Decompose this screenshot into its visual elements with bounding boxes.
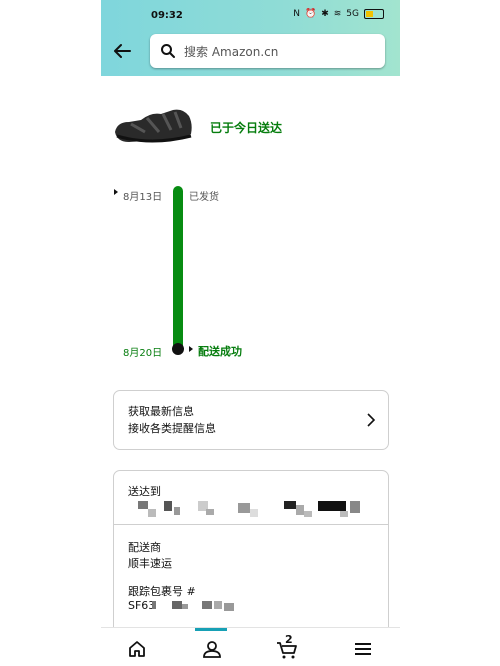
search-placeholder[interactable]: 搜索 Amazon.cn <box>184 43 278 60</box>
status-time: 09:32 <box>151 10 183 21</box>
chevron-right-icon <box>367 413 376 427</box>
timeline-date-delivered: 8月20日 <box>123 348 163 359</box>
timeline-date-shipped: 8月13日 <box>123 192 163 203</box>
wifi-icon: ≋ <box>333 9 342 19</box>
network-label: 5G <box>346 9 359 19</box>
timeline-progress-bar <box>173 186 183 352</box>
top-bar: 09:32 N ⏰ ✱ ≋ 5G 搜索 Amazon.cn <box>101 0 400 76</box>
active-tab-indicator <box>195 628 227 631</box>
home-icon[interactable] <box>126 638 148 660</box>
ship-to-label: 送达到 <box>128 485 161 498</box>
timeline-marker-shipped <box>114 189 118 195</box>
card-divider <box>114 524 388 525</box>
updates-card[interactable]: 获取最新信息 接收各类提醒信息 <box>113 390 389 450</box>
phone-screen: 09:32 N ⏰ ✱ ≋ 5G 搜索 Amazon.cn 已于今日送达 8月1… <box>101 0 400 666</box>
menu-icon[interactable] <box>352 638 374 660</box>
alarm-icon: ⏰ <box>304 9 317 19</box>
timeline-marker-delivered <box>189 346 193 352</box>
back-button[interactable] <box>111 40 133 62</box>
search-icon <box>161 44 175 58</box>
account-icon[interactable] <box>201 638 223 660</box>
delivery-status: 已于今日送达 <box>210 121 283 135</box>
updates-subtitle: 接收各类提醒信息 <box>128 422 216 435</box>
nfc-icon: N <box>293 9 300 19</box>
delivery-details-card: 送达到 配送商 顺丰速运 跟踪包裹号 # SF63 <box>113 470 389 640</box>
tracking-label: 跟踪包裹号 # <box>128 585 196 598</box>
battery-icon <box>364 9 384 19</box>
updates-title: 获取最新信息 <box>128 405 194 418</box>
cart-count-badge: 2 <box>285 633 293 646</box>
bluetooth-icon: ✱ <box>321 9 329 19</box>
timeline-event-delivered: 配送成功 <box>198 345 242 358</box>
bottom-nav: 2 <box>101 627 400 666</box>
carrier-label: 配送商 <box>128 541 161 554</box>
carrier-value: 顺丰速运 <box>128 557 172 570</box>
product-image[interactable] <box>111 102 195 148</box>
timeline-event-shipped: 已发货 <box>189 192 219 203</box>
timeline-current-dot <box>172 343 184 355</box>
search-bar[interactable]: 搜索 Amazon.cn <box>150 34 385 68</box>
back-arrow-icon <box>114 44 131 58</box>
status-icons: N ⏰ ✱ ≋ 5G <box>293 9 384 19</box>
